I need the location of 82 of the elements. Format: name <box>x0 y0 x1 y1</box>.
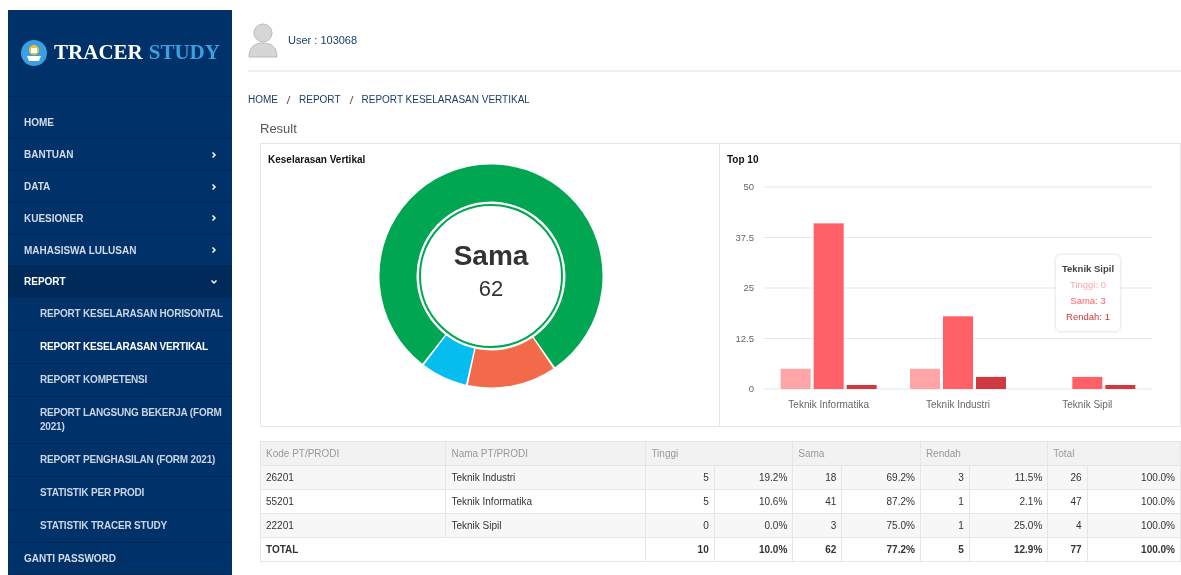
sidebar-item[interactable]: KUESIONER <box>8 202 232 235</box>
table-cell: 55201 <box>260 489 446 514</box>
column-header: Nama PT/PRODI <box>445 441 646 466</box>
chevron-icon <box>210 246 218 255</box>
chevron-icon <box>210 182 218 191</box>
logo-icon <box>20 38 49 67</box>
table-cell: 47 <box>1047 489 1088 514</box>
axis-tick-label: 25 <box>743 282 754 293</box>
table-cell: 100.0% <box>1087 537 1181 562</box>
column-header: Total <box>1047 441 1181 466</box>
section-title: Result <box>260 121 298 137</box>
sidebar-item[interactable]: GANTI PASSWORD <box>8 543 232 575</box>
axis-tick-label: 50 <box>743 181 754 192</box>
table-cell: 1 <box>920 489 970 514</box>
chevron-icon <box>210 277 218 286</box>
sidebar-subitem[interactable]: STATISTIK TRACER STUDY <box>8 510 232 544</box>
total-label: TOTAL <box>260 537 646 562</box>
tooltip-value: Tinggi: 0 <box>1068 278 1108 292</box>
chart-title: Keselarasan Vertikal <box>268 153 366 167</box>
table-cell: 12.9% <box>969 537 1048 562</box>
column-header: Rendah <box>920 441 1048 466</box>
table-cell: 77.2% <box>841 537 921 562</box>
tooltip-value: Rendah: 1 <box>1065 310 1111 324</box>
bar <box>780 368 811 389</box>
axis-category-label: Teknik Informatika <box>788 399 869 410</box>
table-cell: 100.0% <box>1087 465 1181 490</box>
chart-title: Top 10 <box>727 153 759 167</box>
table-cell: Teknik Sipil <box>445 513 646 538</box>
axis-category-label: Teknik Sipil <box>1062 399 1113 410</box>
axis-category-label: Teknik Industri <box>926 399 990 410</box>
breadcrumb-link[interactable]: REPORT <box>299 92 341 107</box>
logo-text: TRACER <box>54 39 143 67</box>
column-header: Kode PT/PRODI <box>260 441 446 466</box>
table-cell: Teknik Industri <box>445 465 646 490</box>
donut-center-value: 62 <box>477 278 505 300</box>
bar <box>1072 376 1103 389</box>
table-cell: 10 <box>645 537 715 562</box>
bar <box>1105 384 1136 389</box>
table-cell: Teknik Informatika <box>445 489 646 514</box>
sidebar-subitem[interactable]: REPORT PENGHASILAN (FORM 2021) <box>8 444 232 478</box>
bar <box>910 368 940 389</box>
table-cell: 77 <box>1047 537 1088 562</box>
sidebar-subitem[interactable]: REPORT LANGSUNG BEKERJA (FORM 2021) <box>8 397 232 445</box>
chevron-icon <box>210 150 218 159</box>
breadcrumb-link[interactable]: REPORT KESELARASAN VERTIKAL <box>361 92 530 107</box>
bar <box>846 384 877 389</box>
tooltip-value: Sama: 3 <box>1069 294 1107 308</box>
table-cell: 10.6% <box>714 489 793 514</box>
table-cell: 41 <box>792 489 842 514</box>
column-header: Sama <box>792 441 921 466</box>
sidebar-subitem[interactable]: REPORT KOMPETENSI <box>8 364 232 398</box>
sidebar-item[interactable]: HOME <box>8 96 232 140</box>
table-cell: 10.0% <box>714 537 793 562</box>
sidebar-subitem[interactable]: REPORT KESELARASAN HORISONTAL <box>8 298 232 332</box>
axis-tick-label: 12.5 <box>735 332 754 344</box>
avatar-icon <box>248 22 278 58</box>
sidebar-item[interactable]: BANTUAN <box>8 139 232 172</box>
separator-icon <box>286 94 291 105</box>
chevron-icon <box>210 214 218 223</box>
axis-tick-label: 37.5 <box>735 231 754 243</box>
user-label: User : 103068 <box>288 32 358 48</box>
breadcrumb-link[interactable]: HOME <box>248 92 278 107</box>
separator-icon <box>348 94 354 105</box>
logo-text: STUDY <box>148 39 220 67</box>
column-header: Tinggi <box>645 441 793 466</box>
table-cell: 2.1% <box>969 489 1048 514</box>
sidebar-item[interactable]: DATA <box>8 171 232 203</box>
sidebar-subitem[interactable]: REPORT KESELARASAN VERTIKAL <box>8 331 232 365</box>
table-cell: 100.0% <box>1087 489 1181 514</box>
table-cell: 5 <box>645 489 715 514</box>
bar <box>976 376 1006 389</box>
axis-tick-label: 0 <box>748 383 754 394</box>
table-cell: 22201 <box>260 513 446 538</box>
table-cell: 100.0% <box>1087 513 1181 538</box>
tooltip-title: Teknik Sipil <box>1060 262 1116 276</box>
donut-center-label: Sama <box>452 242 530 270</box>
table-cell: 62 <box>792 537 842 562</box>
table-cell: 5 <box>920 537 970 562</box>
sidebar-item[interactable]: REPORT <box>8 266 232 299</box>
table-cell: 87.2% <box>841 489 921 514</box>
table-cell: 26201 <box>260 465 446 490</box>
sidebar-subitem[interactable]: STATISTIK PER PRODI <box>8 477 232 511</box>
